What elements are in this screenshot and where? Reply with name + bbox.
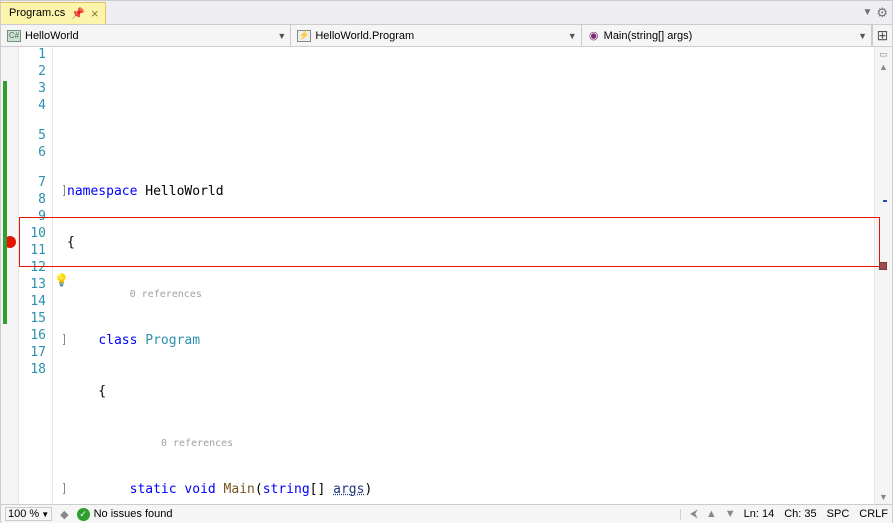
- error-nav-icon[interactable]: ⮜: [690, 508, 698, 521]
- code-line: [63, 132, 874, 149]
- line-number: 9: [19, 209, 46, 226]
- chevron-down-icon: ▼: [568, 31, 577, 41]
- line-number: 12: [19, 260, 46, 277]
- codelens-references[interactable]: 0 references: [130, 289, 202, 300]
- nav-project-dropdown[interactable]: C# HelloWorld ▼: [1, 25, 291, 46]
- line-number: 10: [19, 226, 46, 243]
- line-number: 11: [19, 243, 46, 260]
- line-number: 4: [19, 98, 46, 115]
- status-bar: 100 % ▼ ◆ ✓ No issues found | ⮜ ▲ ▼ Ln: …: [1, 504, 892, 523]
- line-number: 13: [19, 277, 46, 294]
- tab-dropdown-icon[interactable]: ▼: [862, 7, 872, 18]
- code-line: − static void Main(string[] args): [63, 481, 874, 498]
- line-number: 2: [19, 64, 46, 81]
- line-number: 16: [19, 328, 46, 345]
- nav-down-icon[interactable]: ▼: [725, 508, 736, 520]
- code-area[interactable]: −namespace HelloWorld { 0 references − c…: [63, 47, 874, 504]
- tab-bar: Program.cs 📌 × ▼ ⚙: [1, 1, 892, 25]
- gear-icon[interactable]: ⚙: [876, 5, 888, 21]
- scroll-breakpoint-marker: [879, 262, 887, 270]
- status-line[interactable]: Ln: 14: [744, 508, 775, 520]
- nav-method-label: Main(string[] args): [604, 30, 693, 42]
- check-icon: ✓: [77, 508, 90, 521]
- file-tab[interactable]: Program.cs 📌 ×: [1, 2, 106, 24]
- line-number: 18: [19, 362, 46, 379]
- code-line: − class Program: [63, 332, 874, 349]
- close-icon[interactable]: ×: [91, 6, 99, 21]
- status-lineending[interactable]: CRLF: [859, 508, 888, 520]
- tab-filename: Program.cs: [9, 7, 65, 19]
- nav-project-label: HelloWorld: [25, 30, 79, 42]
- code-editor[interactable]: 1 2 3 4 5 6 7 8 9 10 11 12 13 14 15 16 1…: [1, 47, 892, 504]
- scroll-marker: [883, 200, 887, 202]
- line-number: 1: [19, 47, 46, 64]
- scroll-bar[interactable]: ▭ ▲ ▼: [874, 47, 892, 504]
- line-number: 17: [19, 345, 46, 362]
- code-line: 0 references: [63, 434, 874, 447]
- method-icon: ◉: [588, 30, 600, 42]
- chevron-down-icon: ▼: [858, 31, 867, 41]
- code-line: 0 references: [63, 285, 874, 298]
- zoom-indicator-icon[interactable]: ◆: [60, 508, 68, 521]
- line-number: 15: [19, 311, 46, 328]
- nav-type-dropdown[interactable]: ⚡ HelloWorld.Program ▼: [291, 25, 581, 46]
- outline-collapse-icon[interactable]: −: [63, 334, 65, 345]
- scroll-down-icon[interactable]: ▼: [879, 492, 888, 502]
- split-icon[interactable]: ▭: [879, 49, 888, 60]
- change-marker: [3, 290, 7, 324]
- code-line: {: [63, 234, 874, 251]
- code-line: [63, 81, 874, 98]
- class-icon: ⚡: [297, 30, 311, 42]
- outline-collapse-icon[interactable]: −: [63, 483, 65, 494]
- line-number: 8: [19, 192, 46, 209]
- marker-gutter: 💡: [53, 47, 63, 504]
- change-marker: [3, 111, 7, 158]
- outline-collapse-icon[interactable]: −: [63, 185, 65, 196]
- code-line: {: [63, 383, 874, 400]
- nav-up-icon[interactable]: ▲: [706, 508, 717, 520]
- code-line: −namespace HelloWorld: [63, 183, 874, 200]
- codelens-references[interactable]: 0 references: [161, 438, 233, 449]
- csharp-project-icon: C#: [7, 30, 21, 42]
- pin-icon[interactable]: 📌: [71, 7, 85, 20]
- line-number: 6: [19, 145, 46, 162]
- navigation-bar: C# HelloWorld ▼ ⚡ HelloWorld.Program ▼ ◉…: [1, 25, 892, 47]
- line-number: 7: [19, 175, 46, 192]
- status-char[interactable]: Ch: 35: [784, 508, 816, 520]
- change-marker: [3, 81, 7, 111]
- split-editor-button[interactable]: ⊞: [872, 25, 892, 46]
- scroll-up-icon[interactable]: ▲: [879, 62, 888, 72]
- issues-label: No issues found: [94, 508, 173, 520]
- change-marker: [3, 158, 7, 290]
- status-spaces[interactable]: SPC: [827, 508, 850, 520]
- zoom-selector[interactable]: 100 % ▼: [5, 507, 52, 521]
- line-number: 3: [19, 81, 46, 98]
- nav-method-dropdown[interactable]: ◉ Main(string[] args) ▼: [582, 25, 872, 46]
- issues-panel[interactable]: ✓ No issues found: [77, 508, 672, 521]
- line-number: 5: [19, 128, 46, 145]
- line-number-gutter: 1 2 3 4 5 6 7 8 9 10 11 12 13 14 15 16 1…: [19, 47, 53, 504]
- chevron-down-icon: ▼: [277, 31, 286, 41]
- nav-type-label: HelloWorld.Program: [315, 30, 414, 42]
- line-number: 14: [19, 294, 46, 311]
- nav-divider: |: [679, 508, 682, 520]
